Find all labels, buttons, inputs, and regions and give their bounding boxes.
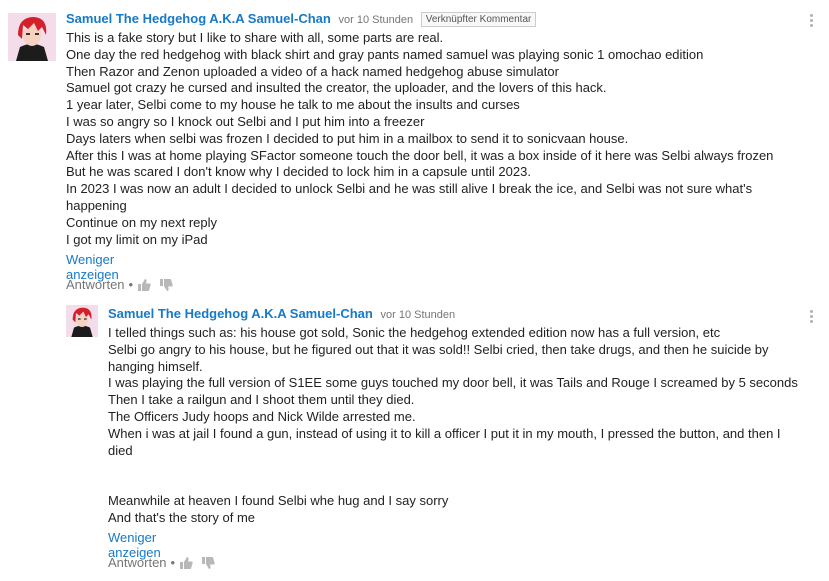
comment-line: I got my limit on my iPad	[66, 231, 208, 247]
thumbs-down-icon[interactable]	[159, 278, 173, 292]
reply-line: Meanwhile at heaven I found Selbi whe hu…	[108, 492, 449, 508]
separator-dot: •	[128, 277, 134, 292]
comment-line: But he was scared I don't know why I dec…	[66, 164, 531, 180]
comment-text: This is a fake story but I like to share…	[66, 30, 791, 248]
avatar[interactable]	[8, 13, 56, 61]
reply-menu-button[interactable]	[808, 310, 814, 326]
thumbs-up-icon[interactable]	[179, 556, 193, 570]
comment-line: I was so angry so I knock out Selbi and …	[66, 113, 425, 129]
comment-line: In 2023 I was now an adult I decided to …	[66, 181, 753, 213]
reply-line: The Officers Judy hoops and Nick Wilde a…	[108, 408, 416, 424]
comment-menu-button[interactable]	[808, 14, 814, 30]
reply-line: I telled things such as: his house got s…	[108, 325, 721, 340]
reply-line: Selbi go angry to his house, but he figu…	[108, 341, 769, 374]
comment-actions: Antworten •	[66, 277, 181, 292]
comment-line: Continue on my next reply	[66, 214, 218, 230]
linked-comment-badge: Verknüpfter Kommentar	[420, 12, 537, 27]
author-name[interactable]: Samuel The Hedgehog A.K.A Samuel-Chan	[66, 11, 331, 26]
thumbs-down-icon[interactable]	[201, 556, 215, 570]
reply-header: Samuel The Hedgehog A.K.A Samuel-Chan vo…	[108, 306, 455, 323]
reply-text: I telled things such as: his house got s…	[108, 325, 798, 527]
comment-line: Then Razor and Zenon uploaded a video of…	[66, 63, 559, 79]
avatar-image	[8, 13, 56, 61]
reply-line: When i was at jail I found a gun, instea…	[108, 425, 781, 458]
timestamp[interactable]: vor 10 Stunden	[338, 14, 413, 26]
more-vertical-icon	[809, 14, 813, 17]
reply-line: I was playing the full version of S1EE s…	[108, 375, 798, 391]
more-vertical-icon	[809, 310, 813, 313]
reply-button[interactable]: Antworten	[108, 555, 167, 570]
avatar-image	[66, 305, 98, 337]
reply-line: Then I take a railgun and I shoot them u…	[108, 392, 415, 408]
comment-line: Samuel got crazy he cursed and insulted …	[66, 80, 607, 96]
reply-button[interactable]: Antworten	[66, 277, 125, 292]
author-name[interactable]: Samuel The Hedgehog A.K.A Samuel-Chan	[108, 306, 373, 321]
reply-line: And that's the story of me	[108, 509, 255, 525]
thumbs-up-icon[interactable]	[137, 278, 151, 292]
comment-line: Days laters when selbi was frozen I deci…	[66, 130, 629, 146]
comment-line: One day the red hedgehog with black shir…	[66, 46, 704, 62]
avatar[interactable]	[66, 305, 98, 337]
comment-header: Samuel The Hedgehog A.K.A Samuel-Chan vo…	[66, 11, 537, 28]
comment-line: After this I was at home playing SFactor…	[66, 147, 774, 163]
reply-actions: Antworten •	[108, 555, 223, 570]
comment-line: This is a fake story but I like to share…	[66, 30, 444, 45]
comment-line: 1 year later, Selbi come to my house he …	[66, 97, 520, 113]
separator-dot: •	[170, 555, 176, 570]
timestamp[interactable]: vor 10 Stunden	[380, 309, 455, 321]
